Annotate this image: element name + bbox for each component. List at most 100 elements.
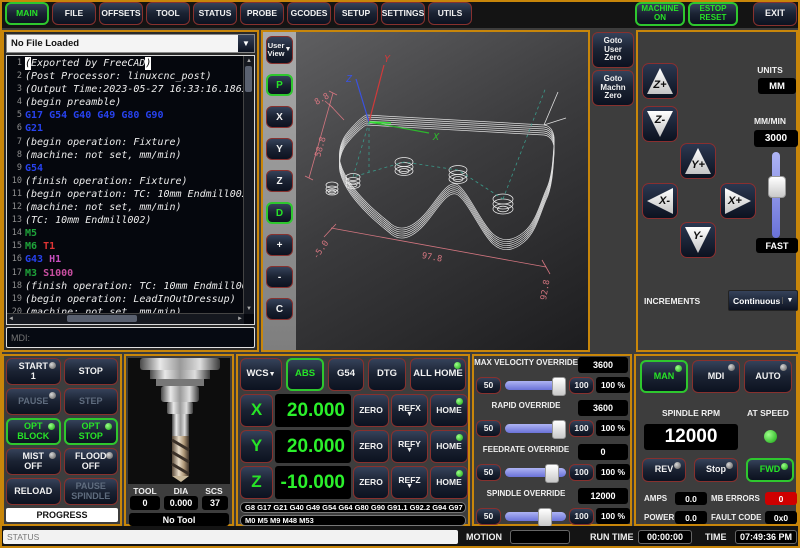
tab-status[interactable]: STATUS: [193, 2, 237, 25]
axis-y-button[interactable]: Y: [240, 430, 273, 463]
tab-main[interactable]: MAIN: [5, 2, 49, 25]
vertical-scroll-thumb[interactable]: [245, 66, 252, 92]
zero-y-button[interactable]: ZERO: [353, 430, 389, 463]
rapid-override-50-button[interactable]: 50: [476, 420, 501, 437]
gcode-editor[interactable]: 1(Exported by FreeCAD)2(Post Processor: …: [6, 55, 255, 325]
axis-x-button[interactable]: X: [240, 394, 273, 427]
jog-rate-slider[interactable]: [766, 152, 786, 238]
jog-z-button[interactable]: Z-: [642, 106, 678, 142]
pause-spindle-button[interactable]: PAUSE SPINDLE: [64, 478, 119, 505]
man-mode-button[interactable]: MAN: [640, 360, 688, 393]
step-button[interactable]: STEP: [64, 388, 119, 415]
tab-gcodes[interactable]: GCODES: [287, 2, 331, 25]
feedrate-override-slider[interactable]: [505, 468, 566, 477]
mist-off-button[interactable]: MIST OFF: [6, 448, 61, 475]
goto-machine-zero-button[interactable]: Goto Machn Zero: [592, 70, 634, 106]
backplot-canvas[interactable]: Y Z X 8.8 58.8 -5.0 97.8 92.8: [296, 32, 588, 350]
auto-mode-button[interactable]: AUTO: [744, 360, 792, 393]
rapid-override-100-button[interactable]: 100: [569, 420, 594, 437]
scroll-down-icon[interactable]: ▼: [246, 304, 252, 314]
machine-on-button[interactable]: MACHINE ON: [635, 2, 685, 26]
wcs-button[interactable]: WCS▼: [240, 358, 282, 391]
feedrate-override-50-button[interactable]: 50: [476, 464, 501, 481]
view-button-+[interactable]: +: [266, 234, 293, 256]
home-x-button[interactable]: HOME: [430, 394, 468, 427]
view-button-y[interactable]: Y: [266, 138, 293, 160]
view-button-c[interactable]: C: [266, 298, 293, 320]
horizontal-scrollbar[interactable]: ◄ ►: [7, 313, 244, 324]
start-1-button[interactable]: START 1: [6, 358, 61, 385]
tab-tool[interactable]: TOOL: [146, 2, 190, 25]
flood-off-button[interactable]: FLOOD OFF: [64, 448, 119, 475]
spindle-rev-button[interactable]: REV: [642, 458, 686, 482]
jog-x+-button[interactable]: X+: [720, 183, 756, 219]
scroll-right-icon[interactable]: ►: [237, 314, 243, 324]
view-button-user-view[interactable]: User View▼: [266, 36, 293, 64]
all-home-button[interactable]: ALL HOME: [410, 358, 466, 391]
scs-label: SCS: [200, 486, 228, 496]
axis-z-button[interactable]: Z: [240, 466, 273, 499]
tab-settings[interactable]: SETTINGS: [381, 2, 425, 25]
home-y-button[interactable]: HOME: [430, 430, 468, 463]
exit-button[interactable]: EXIT: [753, 2, 797, 26]
chevron-down-icon[interactable]: ▼: [782, 297, 797, 304]
tab-file[interactable]: FILE: [52, 2, 96, 25]
jog-z+-button[interactable]: Z+: [642, 63, 678, 99]
max-velocity-override-100-button[interactable]: 100: [569, 377, 594, 394]
zero-x-button[interactable]: ZERO: [353, 394, 389, 427]
file-combo[interactable]: No File Loaded ▼: [6, 34, 255, 53]
view-button-[interactable]: -: [266, 266, 293, 288]
ref-y-button[interactable]: REFY▼: [391, 430, 428, 463]
ref-x-button[interactable]: REFX▼: [391, 394, 428, 427]
estop-reset-button[interactable]: ESTOP RESET: [688, 2, 738, 26]
vertical-scrollbar[interactable]: ▲ ▼: [243, 56, 254, 314]
reload-button[interactable]: RELOAD: [6, 478, 61, 505]
slider-handle[interactable]: [538, 508, 552, 527]
slider-handle[interactable]: [552, 377, 566, 396]
ref-z-button[interactable]: REFZ▼: [391, 466, 428, 499]
increments-combo[interactable]: Continuous ▼: [728, 290, 798, 311]
pause-button[interactable]: PAUSE: [6, 388, 61, 415]
spindle-override-50-button[interactable]: 50: [476, 508, 501, 525]
opt-stop-button[interactable]: OPT STOP: [64, 418, 119, 445]
spindle-fwd-button[interactable]: FWD: [746, 458, 794, 482]
spindle-stop-button[interactable]: Stop: [694, 458, 738, 482]
tab-offsets[interactable]: OFFSETS: [99, 2, 143, 25]
view-button-p[interactable]: P: [266, 74, 293, 96]
spindle-override-100-button[interactable]: 100: [569, 508, 594, 525]
rapid-override-slider[interactable]: [505, 424, 566, 433]
slider-handle[interactable]: [545, 464, 559, 483]
zero-z-button[interactable]: ZERO: [353, 466, 389, 499]
gcode-line: 11(begin operation: TC: 10mm Endmill002: [7, 188, 244, 201]
goto-user-zero-button[interactable]: Goto User Zero: [592, 32, 634, 68]
home-z-button[interactable]: HOME: [430, 466, 468, 499]
max-velocity-override-50-button[interactable]: 50: [476, 377, 501, 394]
mdi-input[interactable]: [6, 327, 255, 348]
view-button-d[interactable]: D: [266, 202, 293, 224]
jog-y-button[interactable]: Y-: [680, 222, 716, 258]
max-velocity-override-slider[interactable]: [505, 381, 566, 390]
g54-button[interactable]: G54: [328, 358, 364, 391]
slider-handle[interactable]: [768, 176, 786, 198]
spindle-override-slider[interactable]: [505, 512, 566, 521]
jog-y+-button[interactable]: Y+: [680, 143, 716, 179]
tab-probe[interactable]: PROBE: [240, 2, 284, 25]
stop-button[interactable]: STOP: [64, 358, 119, 385]
jog-x-button[interactable]: X-: [642, 183, 678, 219]
scroll-up-icon[interactable]: ▲: [246, 56, 252, 66]
gcode-line: 3(Output Time:2023-05-27 16:33:16.1865: [7, 83, 244, 96]
opt-block-button[interactable]: OPT BLOCK: [6, 418, 61, 445]
abs-button[interactable]: ABS: [286, 358, 324, 391]
dtg-button[interactable]: DTG: [368, 358, 406, 391]
tab-utils[interactable]: UTILS: [428, 2, 472, 25]
chevron-down-icon[interactable]: ▼: [238, 35, 254, 52]
tab-setup[interactable]: SETUP: [334, 2, 378, 25]
slider-handle[interactable]: [552, 420, 566, 439]
horizontal-scroll-thumb[interactable]: [67, 315, 137, 322]
view-button-x[interactable]: X: [266, 106, 293, 128]
scroll-left-icon[interactable]: ◄: [8, 314, 14, 324]
at-speed-label: AT SPEED: [742, 408, 794, 418]
feedrate-override-100-button[interactable]: 100: [569, 464, 594, 481]
mdi-mode-button[interactable]: MDI: [692, 360, 740, 393]
view-button-z[interactable]: Z: [266, 170, 293, 192]
